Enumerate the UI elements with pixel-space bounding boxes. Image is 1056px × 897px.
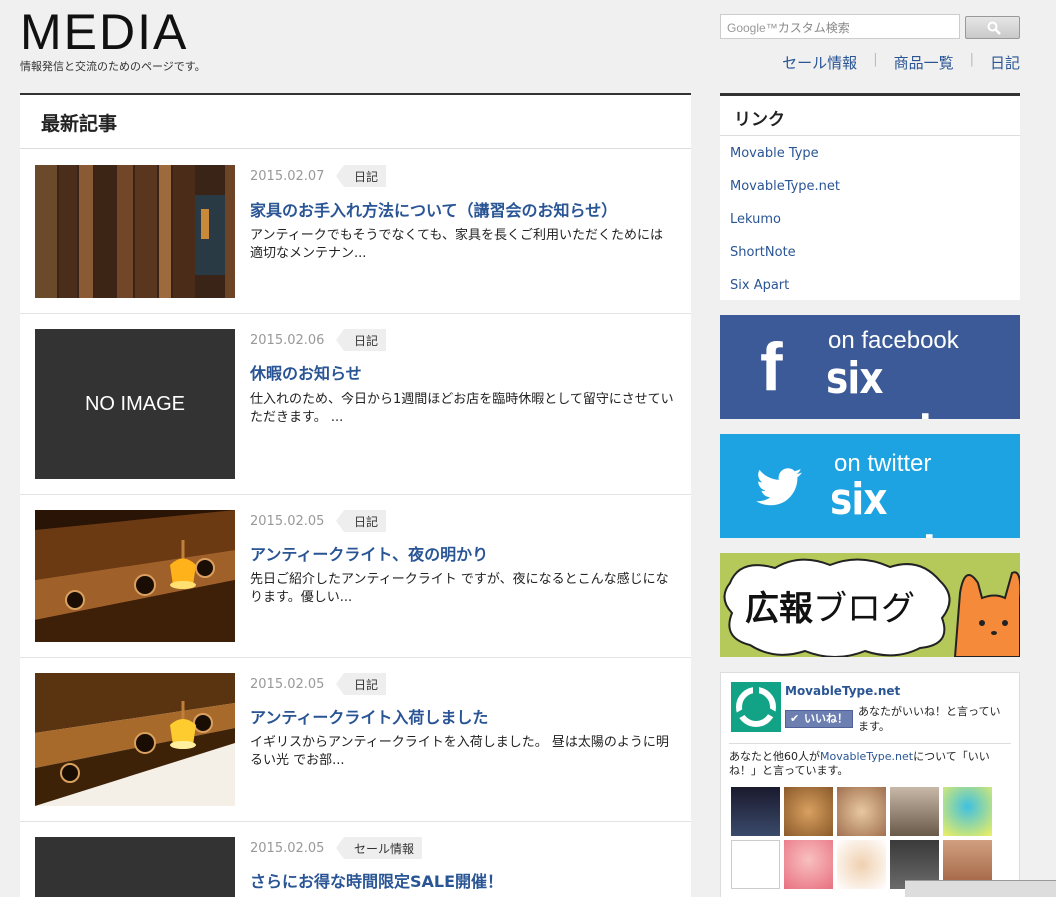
movabletype-net-logo[interactable]	[731, 682, 781, 732]
site-logo[interactable]: MEDIA	[20, 7, 188, 57]
article-thumbnail-no-image[interactable]: NO IMAGE	[35, 329, 235, 479]
article-item: NO IMAGE 2015.02.06 日記 休暇のお知らせ 仕入れのため、今日…	[20, 314, 691, 495]
article-thumbnail-lamp-day[interactable]	[35, 673, 235, 806]
like-button[interactable]: いいね！	[785, 710, 853, 728]
link-six-apart[interactable]: Six Apart	[730, 269, 1020, 302]
article-item: 2015.02.07 日記 家具のお手入れ方法について（講習会のお知らせ） アン…	[20, 151, 691, 314]
twitter-banner[interactable]: on twitter six apart	[720, 434, 1020, 538]
avatar[interactable]	[837, 787, 886, 836]
latest-articles-panel: 最新記事 2015.02.07 日記 家具のお手入れ方法について（講習会のお知ら…	[20, 93, 691, 897]
avatar[interactable]	[784, 787, 833, 836]
facebook-icon: f	[760, 329, 783, 405]
article-excerpt: 先日ご紹介したアンティークライト ですが、夜になるとこんな感じになります。優しい…	[250, 572, 669, 605]
article-title-link[interactable]: 家具のお手入れ方法について（講習会のお知らせ）	[250, 197, 617, 221]
panel-title: 最新記事	[20, 95, 691, 149]
article-title-link[interactable]: 休暇のお知らせ	[250, 360, 362, 384]
article-title-link[interactable]: アンティークライト、夜の明かり	[250, 541, 488, 565]
article-date: 2015.02.05	[250, 514, 325, 529]
links-widget: リンク Movable Type MovableType.net Lekumo …	[720, 93, 1020, 300]
article-category-tag[interactable]: 日記	[335, 165, 387, 187]
article-date: 2015.02.06	[250, 333, 325, 348]
friends-like-text: あなたと他60人がMovableType.netについて「いいね！」と言っていま…	[729, 750, 1014, 778]
article-item: 2015.02.05 日記 アンティークライト入荷しました イギリスからアンティ…	[20, 658, 691, 822]
article-date: 2015.02.07	[250, 169, 325, 184]
article-category-tag[interactable]: セール情報	[335, 837, 423, 859]
link-movable-type[interactable]: Movable Type	[730, 137, 1020, 170]
nav-sale[interactable]: セール情報	[782, 52, 857, 73]
search-brand: Google™	[727, 21, 778, 35]
nav-products[interactable]: 商品一覧	[894, 52, 954, 73]
article-title-link[interactable]: アンティークライト入荷しました	[250, 704, 488, 728]
pr-blog-light: ブログ	[813, 589, 915, 629]
global-nav: セール情報 | 商品一覧 | 日記	[782, 52, 1020, 73]
movabletype-logo-icon	[736, 686, 778, 727]
article-category-tag[interactable]: 日記	[335, 510, 387, 532]
twitter-bird-icon	[756, 468, 802, 506]
article-thumbnail-lamp-night[interactable]	[35, 510, 235, 642]
facebook-banner-big: six apart	[826, 353, 936, 419]
nav-separator: |	[969, 52, 974, 67]
pr-blog-banner[interactable]: 広報ブログ	[720, 553, 1020, 657]
nav-separator: |	[873, 52, 878, 67]
link-shortnote[interactable]: ShortNote	[730, 236, 1020, 269]
search-icon	[987, 21, 1001, 35]
facebook-banner[interactable]: f on facebook six apart	[720, 315, 1020, 419]
site-tagline: 情報発信と交流のためのページです。	[20, 60, 206, 73]
avatar[interactable]	[890, 787, 939, 836]
divider	[729, 743, 1011, 744]
avatar[interactable]	[784, 840, 833, 889]
avatar[interactable]	[943, 787, 992, 836]
article-item: 2015.02.05 日記 アンティークライト、夜の明かり 先日ご紹介したアンテ…	[20, 495, 691, 658]
search-button[interactable]	[965, 16, 1020, 39]
search-input[interactable]: Google™カスタム検索	[720, 14, 960, 39]
system-tray	[905, 880, 1056, 897]
search-placeholder: カスタム検索	[777, 21, 850, 35]
avatar[interactable]	[731, 840, 780, 889]
article-category-tag[interactable]: 日記	[335, 673, 387, 695]
article-excerpt: 仕入れのため、今日から1週間ほどお店を臨時休暇として留守にさせていただきます。 …	[250, 392, 674, 425]
article-thumbnail-no-image[interactable]	[35, 837, 235, 897]
article-title-link[interactable]: さらにお得な時間限定SALE開催！	[250, 868, 503, 892]
article-excerpt: イギリスからアンティークライトを入荷しました。 昼は太陽のように明るい光 でお部…	[250, 735, 669, 768]
link-lekumo[interactable]: Lekumo	[730, 203, 1020, 236]
article-excerpt: アンティークでもそうでなくても、家具を長くご利用いただくためには適切なメンテナン…	[250, 228, 664, 261]
facebook-banner-small: on facebook	[828, 327, 959, 354]
article-category-tag[interactable]: 日記	[335, 329, 387, 351]
link-movabletype-net[interactable]: MovableType.net	[730, 170, 1020, 203]
fb-page-name[interactable]: MovableType.net	[785, 684, 900, 698]
twitter-banner-big: six apart	[830, 474, 940, 538]
avatar[interactable]	[731, 787, 780, 836]
avatar[interactable]	[837, 840, 886, 889]
pr-blog-bold: 広報	[745, 589, 813, 629]
like-status: あなたがいいね！と言っています。	[858, 705, 1001, 733]
article-date: 2015.02.05	[250, 841, 325, 856]
facebook-like-box: MovableType.net いいね！ あなたがいいね！と言っています。 あな…	[720, 672, 1020, 897]
friends-page-link[interactable]: MovableType.net	[820, 750, 913, 763]
links-title: リンク	[720, 96, 1020, 136]
pr-blog-label: 広報ブログ	[745, 581, 915, 630]
article-date: 2015.02.05	[250, 677, 325, 692]
friends-prefix: あなたと他60人が	[729, 750, 820, 763]
nav-diary[interactable]: 日記	[990, 52, 1020, 73]
article-thumbnail-wood[interactable]	[35, 165, 235, 298]
article-item: 2015.02.05 セール情報 さらにお得な時間限定SALE開催！	[20, 822, 691, 897]
